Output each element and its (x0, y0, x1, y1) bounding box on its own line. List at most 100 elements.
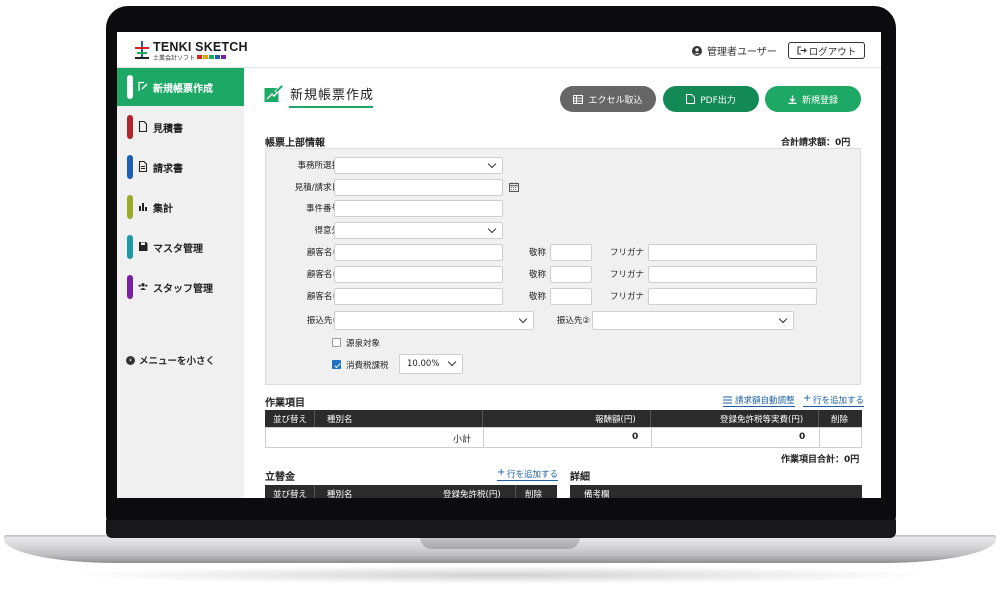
users-icon (138, 283, 148, 290)
column-header: 並び替え (273, 490, 308, 498)
download-icon (788, 95, 797, 104)
form-edit-icon (264, 84, 284, 102)
furigana3-label: フリガナ (609, 292, 644, 302)
details-table-header: 備考欄 (570, 485, 862, 498)
furigana3-input[interactable] (648, 288, 817, 305)
sidebar-item-new-form[interactable]: 新規帳票作成 (117, 68, 244, 106)
nav-color-bar (127, 115, 133, 139)
sidebar-item-estimate[interactable]: 見積書 (117, 108, 244, 146)
edit-icon (138, 81, 148, 91)
date-input[interactable] (334, 179, 503, 196)
sidebar: 新規帳票作成 見積書 請求書 集計 マスタ管理 スタッフ管理 ‹ メニューを小さ… (117, 68, 244, 498)
bank1-select[interactable] (334, 311, 534, 330)
user-menu[interactable]: 管理者ユーザー (692, 43, 777, 58)
pdf-export-button[interactable]: PDF出力 (663, 86, 759, 112)
furigana2-input[interactable] (648, 266, 817, 283)
header-info-form: 事務所選択 見積/請求日 事件番号 得意先 顧客名① 敬称 フリガナ 顧客名② … (265, 148, 861, 385)
sidebar-item-master[interactable]: マスタ管理 (117, 228, 244, 266)
collapse-menu-button[interactable]: ‹ メニューを小さく (126, 353, 215, 367)
column-divider (651, 428, 652, 447)
withholding-checkbox[interactable] (332, 338, 341, 347)
customer1-input[interactable] (334, 244, 503, 261)
furigana1-label: フリガナ (609, 248, 644, 258)
customer2-label: 顧客名② (306, 270, 340, 280)
register-label: 新規登録 (801, 95, 838, 106)
customer2-input[interactable] (334, 266, 503, 283)
furigana1-input[interactable] (648, 244, 817, 261)
column-header: 種別名 (327, 415, 353, 425)
advances-title: 立替金 (265, 472, 295, 483)
sidebar-item-summary[interactable]: 集計 (117, 188, 244, 226)
chevron-down-icon (487, 159, 497, 169)
sliders-icon (723, 396, 732, 404)
column-header: 種別名 (327, 490, 353, 498)
sidebar-item-invoice[interactable]: 請求書 (117, 148, 244, 186)
office-select[interactable] (334, 157, 503, 174)
client-label: 得意先 (314, 226, 340, 236)
bar-chart-icon (139, 203, 147, 211)
pdf-file-icon (686, 94, 696, 104)
tax-label: 消費税課税 (346, 361, 389, 371)
sidebar-item-label: スタッフ管理 (153, 284, 213, 295)
column-header: 報酬額(円) (595, 415, 636, 425)
work-add-row-link[interactable]: + 行を追加する (803, 393, 865, 407)
page-title: 新規帳票作成 (264, 84, 374, 103)
column-header: 登録免許税等実費(円) (720, 415, 804, 425)
register-button[interactable]: 新規登録 (765, 86, 861, 112)
chevron-down-icon (487, 224, 497, 234)
sidebar-item-label: 請求書 (153, 164, 183, 175)
date-label: 見積/請求日 (294, 183, 340, 193)
subtotal-expense: 0 (799, 432, 806, 442)
logo[interactable]: TENKI SKETCH 土業会計ソフト (135, 40, 248, 62)
column-divider (650, 410, 651, 427)
work-add-row-label: 行を追加する (813, 396, 865, 406)
logo-subtitle: 土業会計ソフト (153, 55, 196, 62)
excel-import-button[interactable]: エクセル取込 (560, 86, 656, 112)
chevron-left-icon: ‹ (126, 355, 135, 365)
tax-rate-select[interactable]: 10.00% (399, 354, 463, 374)
bank2-label: 振込先② (556, 316, 590, 326)
user-name: 管理者ユーザー (707, 47, 777, 58)
save-icon (139, 242, 148, 251)
bank2-select[interactable] (592, 311, 794, 330)
case-number-input[interactable] (334, 200, 503, 217)
column-header: 登録免許税(円) (443, 490, 501, 498)
honorific3-label: 敬称 (528, 292, 546, 302)
client-select[interactable] (334, 222, 503, 239)
logout-button[interactable]: ログアウト (788, 42, 865, 59)
bank1-label: 振込先① (306, 316, 340, 326)
honorific2-input[interactable] (550, 266, 592, 283)
title-underline (289, 106, 373, 108)
page-title-text: 新規帳票作成 (290, 88, 375, 103)
nav-color-bar (127, 75, 133, 99)
sidebar-item-label: 新規帳票作成 (153, 84, 213, 95)
total-invoice-amount: 合計請求額：0円 (781, 138, 851, 148)
laptop-notch (420, 537, 580, 549)
column-header: 備考欄 (584, 490, 610, 498)
chevron-down-icon (447, 357, 457, 367)
document-icon (138, 121, 148, 132)
work-items-table-header: 並び替え 種別名 報酬額(円) 登録免許税等実費(円) 削除 (265, 410, 862, 427)
logo-color-strip (197, 55, 226, 59)
chevron-down-icon (518, 314, 528, 324)
honorific1-input[interactable] (550, 244, 592, 261)
column-divider (819, 428, 820, 447)
sidebar-item-staff[interactable]: スタッフ管理 (117, 268, 244, 306)
customer3-label: 顧客名③ (306, 292, 340, 302)
work-items-title: 作業項目 (265, 398, 305, 409)
calendar-icon[interactable] (509, 182, 519, 192)
user-icon (692, 45, 702, 56)
honorific3-input[interactable] (550, 288, 592, 305)
furigana2-label: フリガナ (609, 270, 644, 280)
auto-adjust-link[interactable]: 請求額自動調整 (723, 394, 795, 407)
case-number-label: 事件番号 (305, 204, 340, 214)
work-items-total: 作業項目合計：0円 (781, 455, 860, 465)
app-header: TENKI SKETCH 土業会計ソフト 管理者ユーザー ログアウト (117, 32, 881, 68)
column-header: 削除 (831, 415, 849, 425)
tax-checkbox[interactable] (332, 360, 341, 369)
column-divider (482, 410, 483, 427)
excel-import-label: エクセル取込 (588, 95, 643, 106)
logout-label: ログアウト (808, 46, 857, 58)
customer3-input[interactable] (334, 288, 503, 305)
advances-add-row-link[interactable]: + 行を追加する (497, 467, 559, 481)
